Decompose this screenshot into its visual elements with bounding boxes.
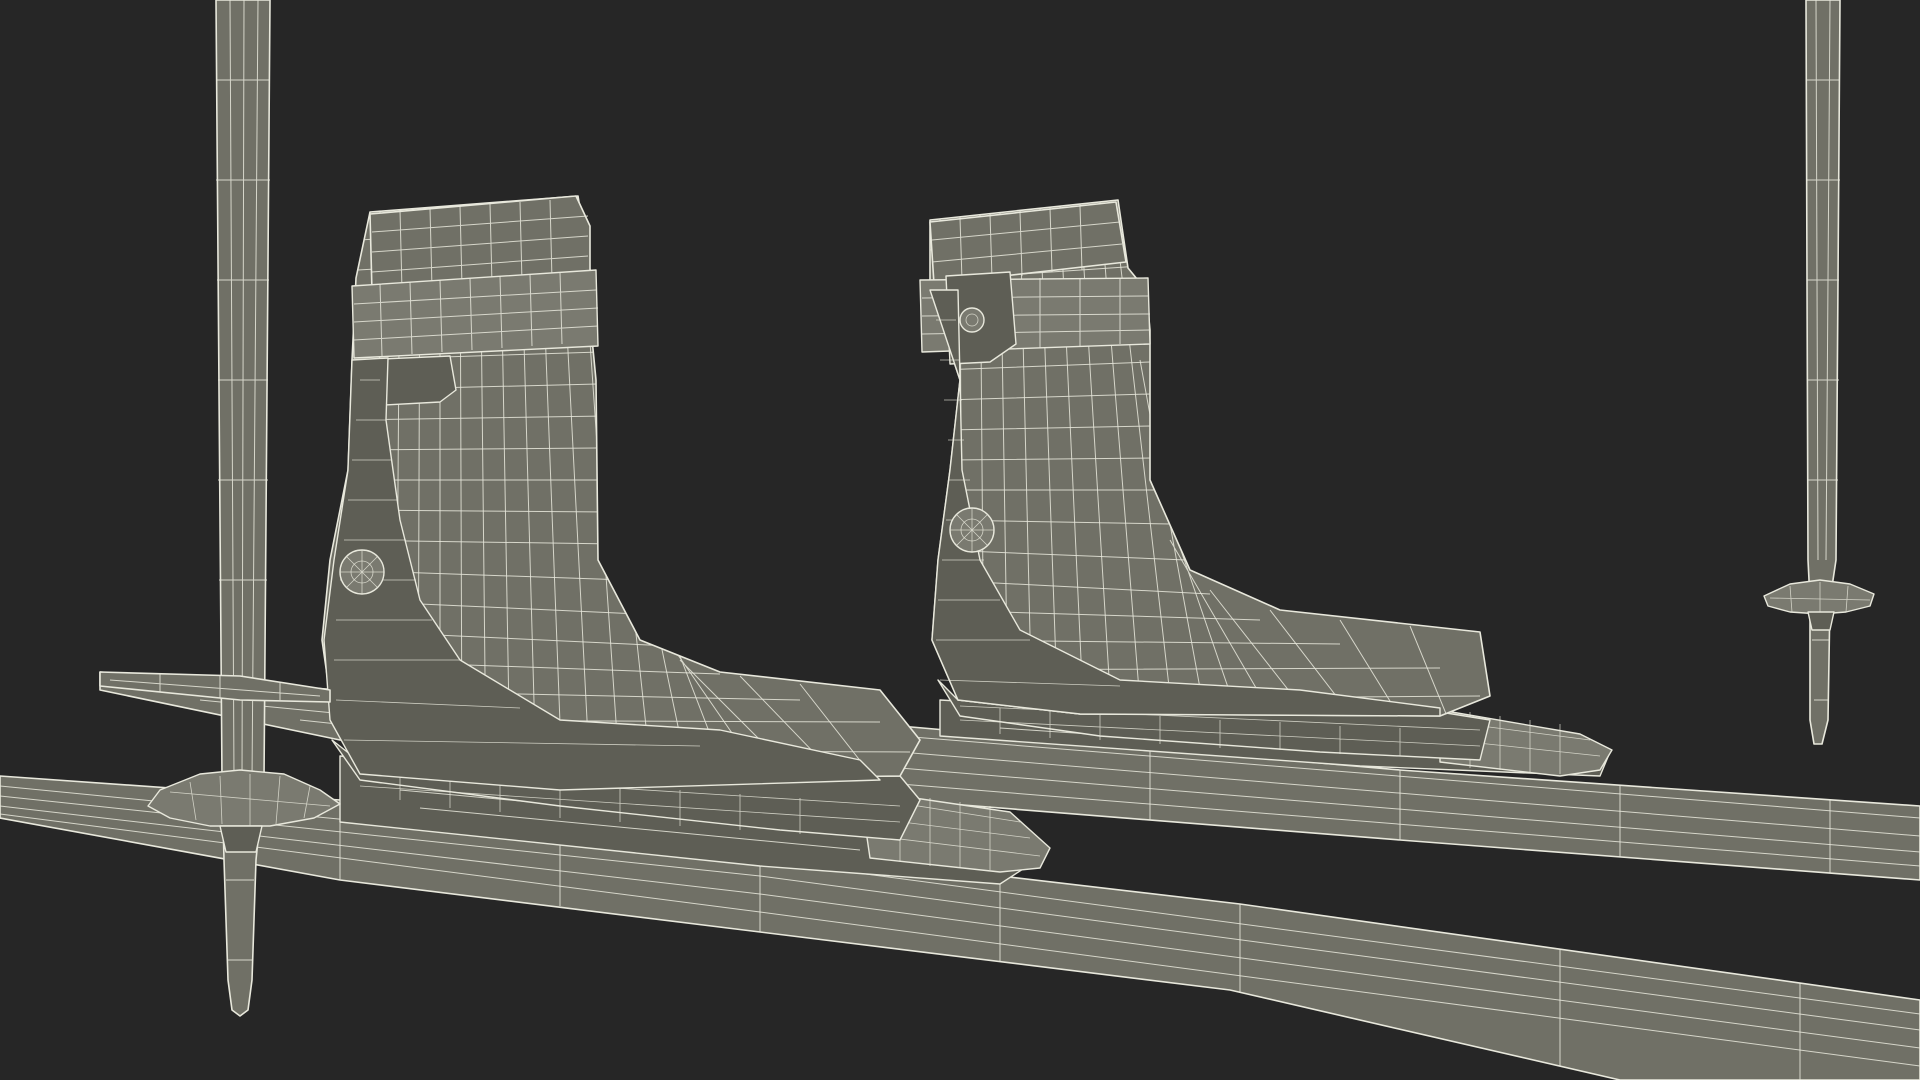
right-pole [1763, 0, 1875, 745]
left-pole-basket [147, 769, 341, 827]
wireframe-render-viewport [0, 0, 1920, 1080]
left-boot [321, 195, 921, 841]
right-pole-basket [1763, 579, 1875, 615]
right-boot-buckle-rivet [959, 307, 985, 333]
right-boot [919, 199, 1491, 761]
